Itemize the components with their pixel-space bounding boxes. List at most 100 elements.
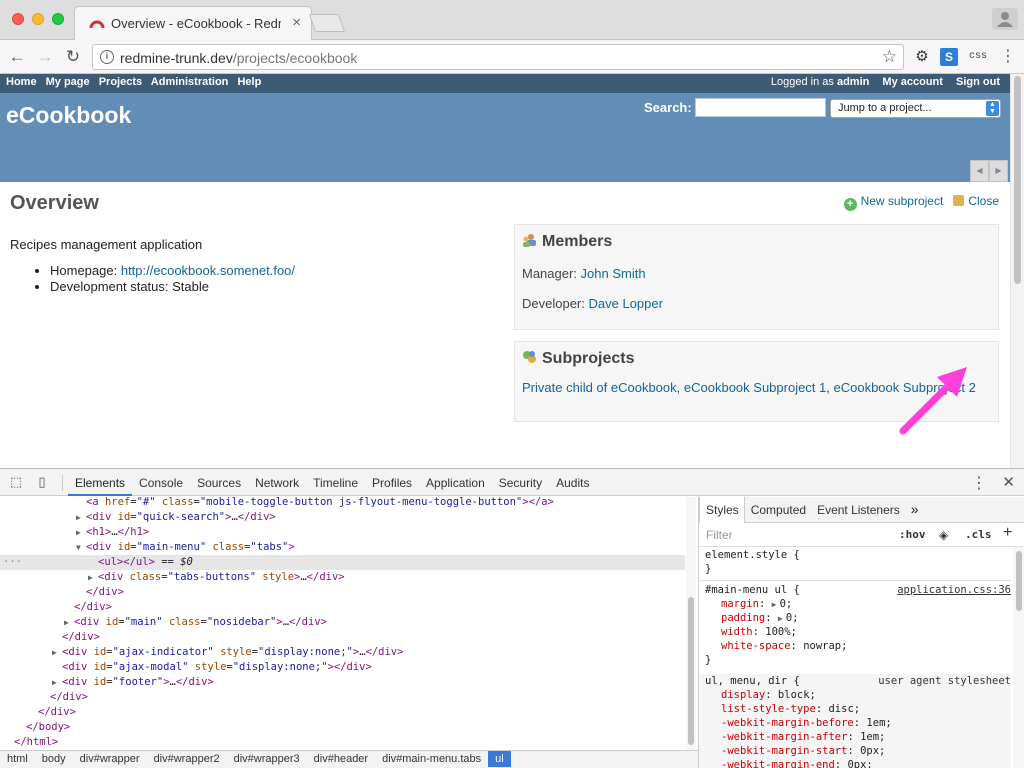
top-menu-projects[interactable]: Projects xyxy=(99,76,142,88)
css-declaration[interactable]: -webkit-margin-after: 1em; xyxy=(705,730,1011,744)
top-menu-help[interactable]: Help xyxy=(237,76,261,88)
dom-node[interactable]: <a href="#" class="mobile-toggle-button … xyxy=(0,497,685,510)
new-rule-plus-icon[interactable]: + xyxy=(1003,524,1012,542)
breadcrumb-item-active[interactable]: ul xyxy=(488,751,511,767)
css-declaration[interactable]: -webkit-margin-end: 0px; xyxy=(705,758,1011,768)
dom-node[interactable]: ▶ <h1>…</h1> xyxy=(0,525,685,540)
breadcrumb-item[interactable]: html xyxy=(0,751,35,767)
site-info-icon[interactable]: i xyxy=(100,50,114,64)
hover-state-toggle[interactable]: :hov xyxy=(899,528,926,541)
class-toggle[interactable]: .cls xyxy=(965,528,992,541)
bookmark-star-icon[interactable]: ☆ xyxy=(882,47,897,67)
css-declaration[interactable]: list-style-type: disc; xyxy=(705,702,1011,716)
new-subproject-link[interactable]: New subproject xyxy=(861,194,944,208)
css-declaration[interactable]: -webkit-margin-start: 0px; xyxy=(705,744,1011,758)
back-arrow-icon[interactable]: ← xyxy=(7,47,27,67)
browser-menu-icon[interactable]: ⋮ xyxy=(999,48,1017,66)
close-window-button[interactable] xyxy=(12,13,24,25)
homepage-link[interactable]: http://ecookbook.somenet.foo/ xyxy=(121,263,295,278)
tab-event-listeners[interactable]: Event Listeners xyxy=(811,497,905,523)
paint-icon[interactable]: ◈ xyxy=(939,528,948,542)
element-style-selector[interactable]: element.style { xyxy=(705,548,1011,562)
breadcrumb-item[interactable]: div#header xyxy=(307,751,375,767)
breadcrumb-item[interactable]: div#wrapper2 xyxy=(147,751,227,767)
project-title[interactable]: eCookbook xyxy=(6,102,131,129)
dom-node[interactable]: ▶ <div id="quick-search">…</div> xyxy=(0,510,685,525)
profile-button[interactable] xyxy=(992,8,1018,30)
rule-selector[interactable]: #main-menu ul { xyxy=(705,584,800,596)
css-declaration[interactable]: width: 100%; xyxy=(705,625,1011,639)
address-bar[interactable]: i redmine-trunk.dev/projects/ecookbook ☆ xyxy=(92,44,904,70)
minimize-window-button[interactable] xyxy=(32,13,44,25)
dom-node[interactable]: <div id="ajax-modal" style="display:none… xyxy=(0,660,685,675)
tab-application[interactable]: Application xyxy=(419,469,492,496)
dom-node[interactable]: ▶ <div id="main" class="nosidebar">…</div… xyxy=(0,615,685,630)
page-scrollbar[interactable] xyxy=(1010,74,1024,468)
css-declaration[interactable]: white-space: nowrap; xyxy=(705,639,1011,653)
gear-icon[interactable]: ⚙ xyxy=(913,48,931,66)
dom-node-selected[interactable]: ··· <ul></ul> == $0 xyxy=(0,555,685,570)
dom-node[interactable]: </html> xyxy=(0,735,685,750)
tab-security[interactable]: Security xyxy=(492,469,549,496)
breadcrumb-item[interactable]: div#wrapper3 xyxy=(227,751,307,767)
tabs-scroll-right-button[interactable]: ▶ xyxy=(989,160,1008,182)
close-project-link[interactable]: Close xyxy=(968,194,999,208)
my-account-link[interactable]: My account xyxy=(882,76,943,88)
extension-s-icon[interactable]: S xyxy=(940,48,958,66)
dom-node[interactable]: ▼ <div id="main-menu" class="tabs"> xyxy=(0,540,685,555)
tab-audits[interactable]: Audits xyxy=(549,469,596,496)
devtools-menu-icon[interactable]: ⋮ xyxy=(971,473,987,493)
dom-node[interactable]: </div> xyxy=(0,600,685,615)
inspect-element-icon[interactable]: ⬚ xyxy=(8,474,24,490)
breadcrumb-item[interactable]: div#wrapper xyxy=(73,751,147,767)
tabs-scroll-left-button[interactable]: ◀ xyxy=(970,160,989,182)
developer-link[interactable]: Dave Lopper xyxy=(589,296,663,311)
styles-scrollbar[interactable] xyxy=(1013,547,1024,768)
styles-scroll-thumb[interactable] xyxy=(1016,551,1022,611)
tab-styles[interactable]: Styles xyxy=(699,497,745,523)
tab-console[interactable]: Console xyxy=(132,469,190,496)
sign-out-link[interactable]: Sign out xyxy=(956,76,1000,88)
dom-node[interactable]: </div> xyxy=(0,630,685,645)
dom-node[interactable]: </body> xyxy=(0,720,685,735)
reload-icon[interactable]: ↻ xyxy=(63,47,83,67)
subproject-link[interactable]: Private child of eCookbook xyxy=(522,380,677,395)
breadcrumb-item[interactable]: body xyxy=(35,751,73,767)
manager-link[interactable]: John Smith xyxy=(581,266,646,281)
tab-timeline[interactable]: Timeline xyxy=(306,469,365,496)
css-declaration[interactable]: padding: ▶ 0; xyxy=(705,611,1011,625)
more-tabs-icon[interactable]: » xyxy=(905,498,925,520)
css-declaration[interactable]: margin: ▶ 0; xyxy=(705,597,1011,611)
devtools-close-icon[interactable]: ✕ xyxy=(1002,473,1015,491)
browser-tab-active[interactable]: Overview - eCookbook - Redm × xyxy=(74,6,312,40)
top-menu-home[interactable]: Home xyxy=(6,76,37,88)
css-declaration[interactable]: display: block; xyxy=(705,688,1011,702)
search-input[interactable] xyxy=(695,98,826,117)
device-toolbar-icon[interactable]: ▯ xyxy=(34,474,50,490)
top-menu-my-page[interactable]: My page xyxy=(46,76,90,88)
dom-tree-scrollbar[interactable] xyxy=(686,497,696,750)
tab-network[interactable]: Network xyxy=(248,469,306,496)
logged-user-link[interactable]: admin xyxy=(837,76,869,88)
new-tab-button[interactable] xyxy=(308,14,346,32)
tab-close-icon[interactable]: × xyxy=(292,14,301,31)
forward-arrow-icon[interactable]: → xyxy=(35,47,55,67)
dom-node[interactable]: ▶ <div id="ajax-indicator" style="display… xyxy=(0,645,685,660)
tab-sources[interactable]: Sources xyxy=(190,469,248,496)
breadcrumb-item[interactable]: div#main-menu.tabs xyxy=(375,751,488,767)
subproject-link[interactable]: eCookbook Subproject 1 xyxy=(684,380,826,395)
page-scroll-thumb[interactable] xyxy=(1014,76,1021,284)
css-extension-icon[interactable]: css xyxy=(966,48,990,66)
dom-node[interactable]: </div> xyxy=(0,705,685,720)
zoom-window-button[interactable] xyxy=(52,13,64,25)
dom-node[interactable]: ▶ <div id="footer">…</div> xyxy=(0,675,685,690)
dom-node[interactable]: </div> xyxy=(0,690,685,705)
dom-tree-scroll-thumb[interactable] xyxy=(688,597,694,745)
rule-source-link[interactable]: application.css:36 xyxy=(897,583,1011,597)
tab-profiles[interactable]: Profiles xyxy=(365,469,419,496)
styles-filter-input[interactable]: Filter xyxy=(706,528,733,542)
tab-elements[interactable]: Elements xyxy=(68,469,133,496)
dom-node[interactable]: ▶ <div class="tabs-buttons" style>…</div> xyxy=(0,570,685,585)
dom-node[interactable]: </div> xyxy=(0,585,685,600)
css-declaration[interactable]: -webkit-margin-before: 1em; xyxy=(705,716,1011,730)
